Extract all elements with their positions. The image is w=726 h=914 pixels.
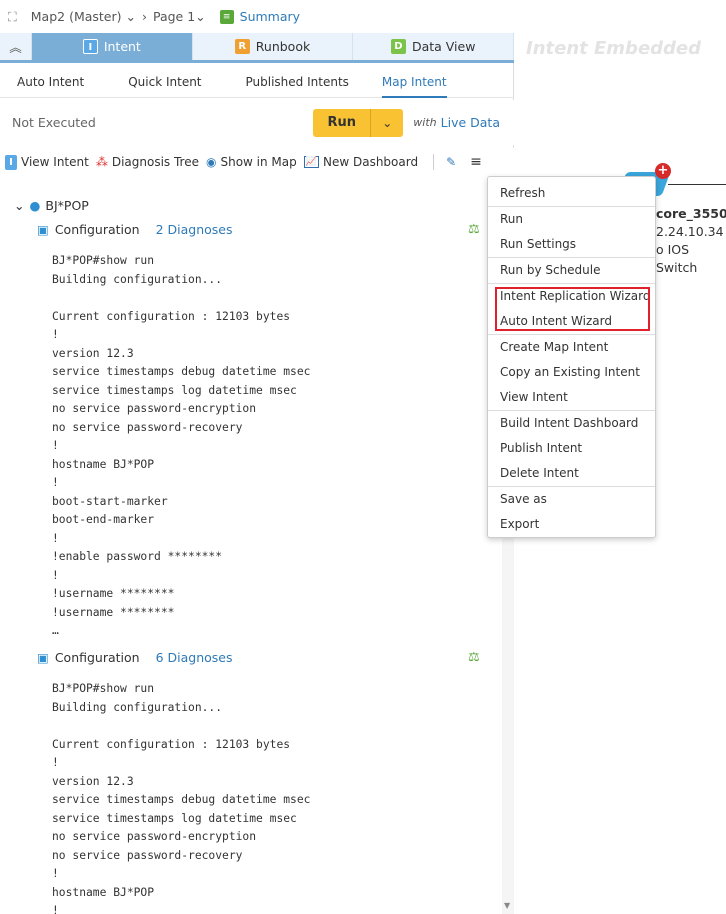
- expand-icon[interactable]: ⛶: [8, 9, 17, 25]
- page-selector[interactable]: Page 1⌄: [153, 9, 206, 24]
- summary-link[interactable]: Summary: [240, 9, 300, 24]
- diagnoses-link[interactable]: 6 Diagnoses: [156, 650, 233, 665]
- label: New Dashboard: [322, 155, 419, 169]
- highlight-box: [495, 287, 650, 331]
- menu-item-publish-intent[interactable]: Publish Intent: [488, 436, 655, 461]
- intent-panel: ⛶ Map2 (Master) ⌄ › Page 1⌄ ≡ Summary ︽ …: [0, 0, 515, 914]
- config-output: BJ*POP#show run Building configuration..…: [52, 682, 311, 914]
- with-label: with: [413, 116, 437, 129]
- node-name: BJ*POP: [45, 198, 89, 213]
- status-bar: Not Executed Run ⌄ with Live Data: [0, 100, 514, 145]
- live-data-link[interactable]: Live Data: [441, 115, 500, 130]
- menu-item-copy-existing-intent[interactable]: Copy an Existing Intent: [488, 360, 655, 385]
- menu-item-run-settings[interactable]: Run Settings: [488, 232, 655, 257]
- tab-label: Runbook: [255, 39, 311, 54]
- view-intent-button[interactable]: I View Intent: [5, 154, 89, 170]
- link-line: [668, 184, 726, 185]
- menu-item-view-intent[interactable]: View Intent: [488, 385, 655, 410]
- sub-tabs: Auto Intent Quick Intent Published Inten…: [0, 66, 514, 98]
- chevron-right-icon: ›: [141, 9, 147, 24]
- tab-data-view[interactable]: D Data View: [353, 33, 515, 60]
- section-title: Configuration: [54, 650, 140, 665]
- intent-icon: I: [5, 154, 17, 170]
- dashboard-icon: 📈: [303, 156, 319, 168]
- new-dashboard-button[interactable]: 📈 New Dashboard: [303, 155, 419, 169]
- menu-item-create-map-intent[interactable]: Create Map Intent: [488, 335, 655, 360]
- label: View Intent: [21, 155, 89, 169]
- run-split-button: Run ⌄: [313, 108, 404, 137]
- subtab-map-intent[interactable]: Map Intent: [381, 66, 447, 98]
- config-icon: ▣: [37, 650, 49, 665]
- label: Diagnosis Tree: [111, 155, 199, 169]
- compare-icon[interactable]: ⚖: [468, 222, 480, 237]
- device-node[interactable]: ⌄ ● BJ*POP: [14, 198, 89, 213]
- menu-item-run[interactable]: Run: [488, 207, 655, 232]
- tree-icon: ⁂: [95, 155, 108, 169]
- tab-label: Intent: [103, 39, 141, 54]
- show-in-map-button[interactable]: ◉ Show in Map: [206, 155, 297, 169]
- add-badge-icon: +: [655, 163, 671, 179]
- menu-icon[interactable]: ≡: [470, 154, 482, 170]
- edit-icon[interactable]: ✎: [446, 155, 456, 169]
- runbook-icon: R: [234, 39, 250, 54]
- chevron-down-icon[interactable]: ⌄: [14, 198, 24, 213]
- config-output: BJ*POP#show run Building configuration..…: [52, 254, 311, 637]
- tab-runbook[interactable]: R Runbook: [193, 33, 354, 60]
- menu-item-run-by-schedule[interactable]: Run by Schedule: [488, 258, 655, 283]
- device-name: core_3550: [656, 206, 726, 221]
- watermark: Intent Embedded: [526, 38, 702, 59]
- menu-item-save-as[interactable]: Save as: [488, 487, 655, 512]
- summary-icon: ≡: [219, 9, 234, 24]
- section-title: Configuration: [54, 222, 140, 237]
- collapse-button[interactable]: ︽: [0, 33, 32, 60]
- subtab-quick-intent[interactable]: Quick Intent: [111, 66, 201, 98]
- intent-icon: I: [82, 39, 98, 54]
- device-type: o IOS Switch: [656, 242, 698, 275]
- config-icon: ▣: [37, 222, 49, 237]
- execution-status: Not Executed: [12, 115, 96, 130]
- run-button[interactable]: Run: [313, 108, 372, 137]
- diagnosis-tree-button[interactable]: ⁂ Diagnosis Tree: [96, 155, 199, 169]
- device-icon: ●: [29, 198, 41, 213]
- data-view-icon: D: [390, 39, 406, 54]
- eye-icon: ◉: [206, 155, 217, 169]
- toolbar: I View Intent ⁂ Diagnosis Tree ◉ Show in Ma…: [0, 148, 514, 176]
- tab-label: Data View: [411, 39, 476, 54]
- label: Show in Map: [220, 155, 297, 169]
- breadcrumb: ⛶ Map2 (Master) ⌄ › Page 1⌄ ≡ Summary: [0, 0, 514, 33]
- subtab-published-intents[interactable]: Published Intents: [229, 66, 349, 98]
- device-label: core_3550 2.24.10.34 o IOS Switch: [656, 205, 726, 277]
- divider: [433, 154, 435, 170]
- main-tabs: ︽ I Intent R Runbook D Data View: [0, 33, 515, 63]
- menu-item-refresh[interactable]: Refresh: [488, 181, 655, 206]
- intent-content: ⌄ ● BJ*POP ▣ Configuration 2 Diagnoses ⚖ BJ*…: [0, 190, 502, 914]
- diagnoses-link[interactable]: 2 Diagnoses: [156, 222, 233, 237]
- run-dropdown-button[interactable]: ⌄: [371, 109, 403, 137]
- menu-item-delete-intent[interactable]: Delete Intent: [488, 461, 655, 486]
- device-ip: 2.24.10.34: [656, 224, 724, 239]
- config-section-header: ▣ Configuration 6 Diagnoses: [37, 650, 233, 665]
- subtab-auto-intent[interactable]: Auto Intent: [0, 66, 84, 98]
- more-menu: Refresh Run Run Settings Run by Schedule…: [487, 176, 656, 538]
- map-selector[interactable]: Map2 (Master) ⌄: [31, 9, 136, 24]
- scroll-down-icon[interactable]: ▼: [504, 901, 510, 910]
- menu-item-build-intent-dashboard[interactable]: Build Intent Dashboard: [488, 411, 655, 436]
- config-section-header: ▣ Configuration 2 Diagnoses: [37, 222, 233, 237]
- menu-item-export[interactable]: Export: [488, 512, 655, 537]
- tab-intent[interactable]: I Intent: [32, 33, 193, 60]
- compare-icon[interactable]: ⚖: [468, 650, 480, 665]
